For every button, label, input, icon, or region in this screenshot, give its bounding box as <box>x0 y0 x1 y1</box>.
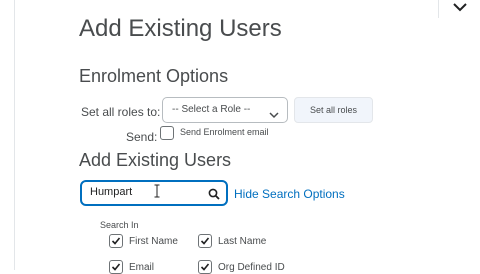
left-panel-edge <box>0 0 15 270</box>
send-label: Send: <box>126 130 158 144</box>
role-select-value: -- Select a Role -- <box>172 104 251 115</box>
last-name-label: Last Name <box>218 236 267 247</box>
chevron-down-icon <box>269 105 279 129</box>
scroll-control[interactable] <box>438 0 480 18</box>
first-name-checkbox[interactable] <box>109 234 123 248</box>
search-input[interactable]: Humpart <box>80 180 228 206</box>
email-checkbox[interactable] <box>109 260 123 274</box>
add-existing-users-heading: Add Existing Users <box>79 150 232 170</box>
send-email-checkbox[interactable] <box>160 126 174 140</box>
enrolment-options-heading: Enrolment Options <box>79 66 229 86</box>
set-all-roles-label: Set all roles to: <box>81 105 161 119</box>
last-name-checkbox[interactable] <box>198 234 212 248</box>
hide-search-options-link[interactable]: Hide Search Options <box>234 187 345 201</box>
search-input-value: Humpart <box>90 186 133 198</box>
check-icon <box>200 263 210 271</box>
set-all-roles-button[interactable]: Set all roles <box>294 97 373 123</box>
chevron-down-icon[interactable] <box>446 0 474 14</box>
role-select[interactable]: -- Select a Role -- <box>162 97 288 123</box>
text-cursor-icon <box>154 184 160 203</box>
email-label: Email <box>129 262 155 273</box>
search-icon[interactable] <box>208 187 220 205</box>
send-email-label: Send Enrolment email <box>180 127 269 137</box>
search-in-label: Search In <box>100 220 139 230</box>
page-title: Add Existing Users <box>79 15 282 42</box>
check-icon <box>111 263 121 271</box>
check-icon <box>111 237 121 245</box>
org-defined-id-label: Org Defined ID <box>218 262 285 273</box>
check-icon <box>200 237 210 245</box>
first-name-label: First Name <box>129 236 178 247</box>
org-defined-id-checkbox[interactable] <box>198 260 212 274</box>
